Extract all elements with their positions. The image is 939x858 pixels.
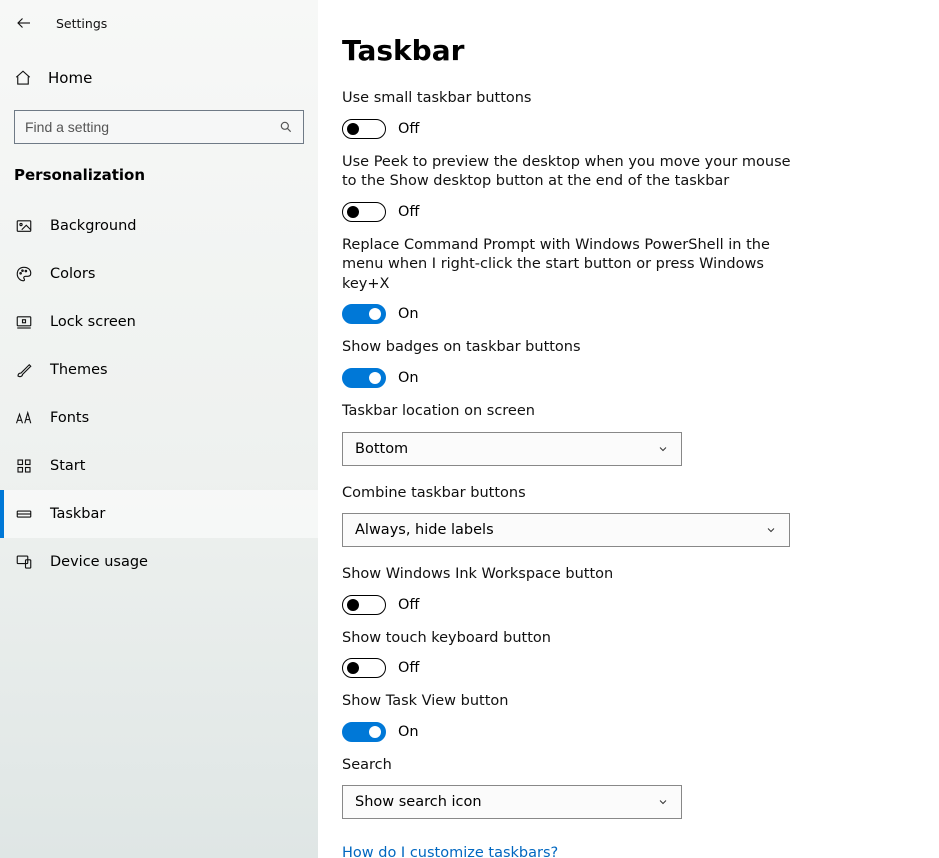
sidebar-item-fonts[interactable]: Fonts: [0, 394, 318, 442]
setting-label-search: Search: [342, 756, 792, 776]
sidebar-item-start[interactable]: Start: [0, 442, 318, 490]
sidebar-item-label: Background: [50, 218, 137, 234]
setting-label-combine: Combine taskbar buttons: [342, 484, 792, 504]
sidebar-item-label: Fonts: [50, 410, 89, 426]
image-icon: [14, 217, 34, 235]
sidebar-item-lock-screen[interactable]: Lock screen: [0, 298, 318, 346]
help-link[interactable]: How do I customize taskbars?: [342, 845, 558, 858]
toggle-powershell[interactable]: [342, 304, 386, 324]
back-button[interactable]: [10, 9, 38, 37]
start-grid-icon: [14, 457, 34, 475]
setting-label-badges: Show badges on taskbar buttons: [342, 338, 792, 358]
sidebar: Settings Home Personalization: [0, 0, 318, 858]
section-title: Personalization: [14, 166, 318, 184]
toggle-state: On: [398, 306, 419, 322]
toggle-state: Off: [398, 204, 419, 220]
chevron-down-icon: [657, 443, 669, 455]
nav-list: Background Colors Lock screen: [0, 202, 318, 586]
main-content: Taskbar Use small taskbar buttons Off Us…: [318, 0, 939, 858]
setting-label-peek: Use Peek to preview the desktop when you…: [342, 153, 792, 192]
page-title: Taskbar: [342, 34, 939, 67]
dropdown-value: Bottom: [355, 441, 408, 457]
setting-label-task-view: Show Task View button: [342, 692, 792, 712]
toggle-state: Off: [398, 121, 419, 137]
toggle-state: On: [398, 724, 419, 740]
sidebar-item-label: Start: [50, 458, 85, 474]
search-input[interactable]: [25, 119, 293, 135]
fonts-icon: [14, 410, 34, 426]
search-box[interactable]: [14, 110, 304, 144]
toggle-state: Off: [398, 597, 419, 613]
dropdown-value: Always, hide labels: [355, 522, 494, 538]
sidebar-item-themes[interactable]: Themes: [0, 346, 318, 394]
lock-screen-icon: [14, 313, 34, 331]
toggle-small-buttons[interactable]: [342, 119, 386, 139]
sidebar-item-label: Device usage: [50, 554, 148, 570]
sidebar-item-label: Colors: [50, 266, 95, 282]
sidebar-item-home[interactable]: Home: [0, 54, 318, 102]
window-top-bar: Settings: [0, 0, 318, 46]
sidebar-item-colors[interactable]: Colors: [0, 250, 318, 298]
device-icon: [14, 553, 34, 571]
toggle-peek[interactable]: [342, 202, 386, 222]
home-icon: [14, 69, 32, 87]
sidebar-item-taskbar[interactable]: Taskbar: [0, 490, 318, 538]
sidebar-item-background[interactable]: Background: [0, 202, 318, 250]
chevron-down-icon: [657, 796, 669, 808]
taskbar-icon: [14, 505, 34, 523]
dropdown-search[interactable]: Show search icon: [342, 785, 682, 819]
toggle-state: On: [398, 370, 419, 386]
toggle-state: Off: [398, 660, 419, 676]
setting-label-small-buttons: Use small taskbar buttons: [342, 89, 792, 109]
sidebar-item-label: Home: [48, 69, 92, 87]
toggle-badges[interactable]: [342, 368, 386, 388]
brush-icon: [14, 361, 34, 379]
sidebar-item-device-usage[interactable]: Device usage: [0, 538, 318, 586]
app-title: Settings: [56, 16, 107, 31]
dropdown-combine[interactable]: Always, hide labels: [342, 513, 790, 547]
sidebar-item-label: Themes: [50, 362, 108, 378]
sidebar-item-label: Lock screen: [50, 314, 136, 330]
toggle-touch-kb[interactable]: [342, 658, 386, 678]
toggle-ink[interactable]: [342, 595, 386, 615]
setting-label-location: Taskbar location on screen: [342, 402, 792, 422]
palette-icon: [14, 265, 34, 283]
dropdown-value: Show search icon: [355, 794, 482, 810]
setting-label-powershell: Replace Command Prompt with Windows Powe…: [342, 236, 792, 295]
search-icon: [279, 120, 293, 134]
dropdown-location[interactable]: Bottom: [342, 432, 682, 466]
setting-label-touch-kb: Show touch keyboard button: [342, 629, 792, 649]
setting-label-ink: Show Windows Ink Workspace button: [342, 565, 792, 585]
toggle-task-view[interactable]: [342, 722, 386, 742]
sidebar-item-label: Taskbar: [50, 506, 105, 522]
chevron-down-icon: [765, 524, 777, 536]
